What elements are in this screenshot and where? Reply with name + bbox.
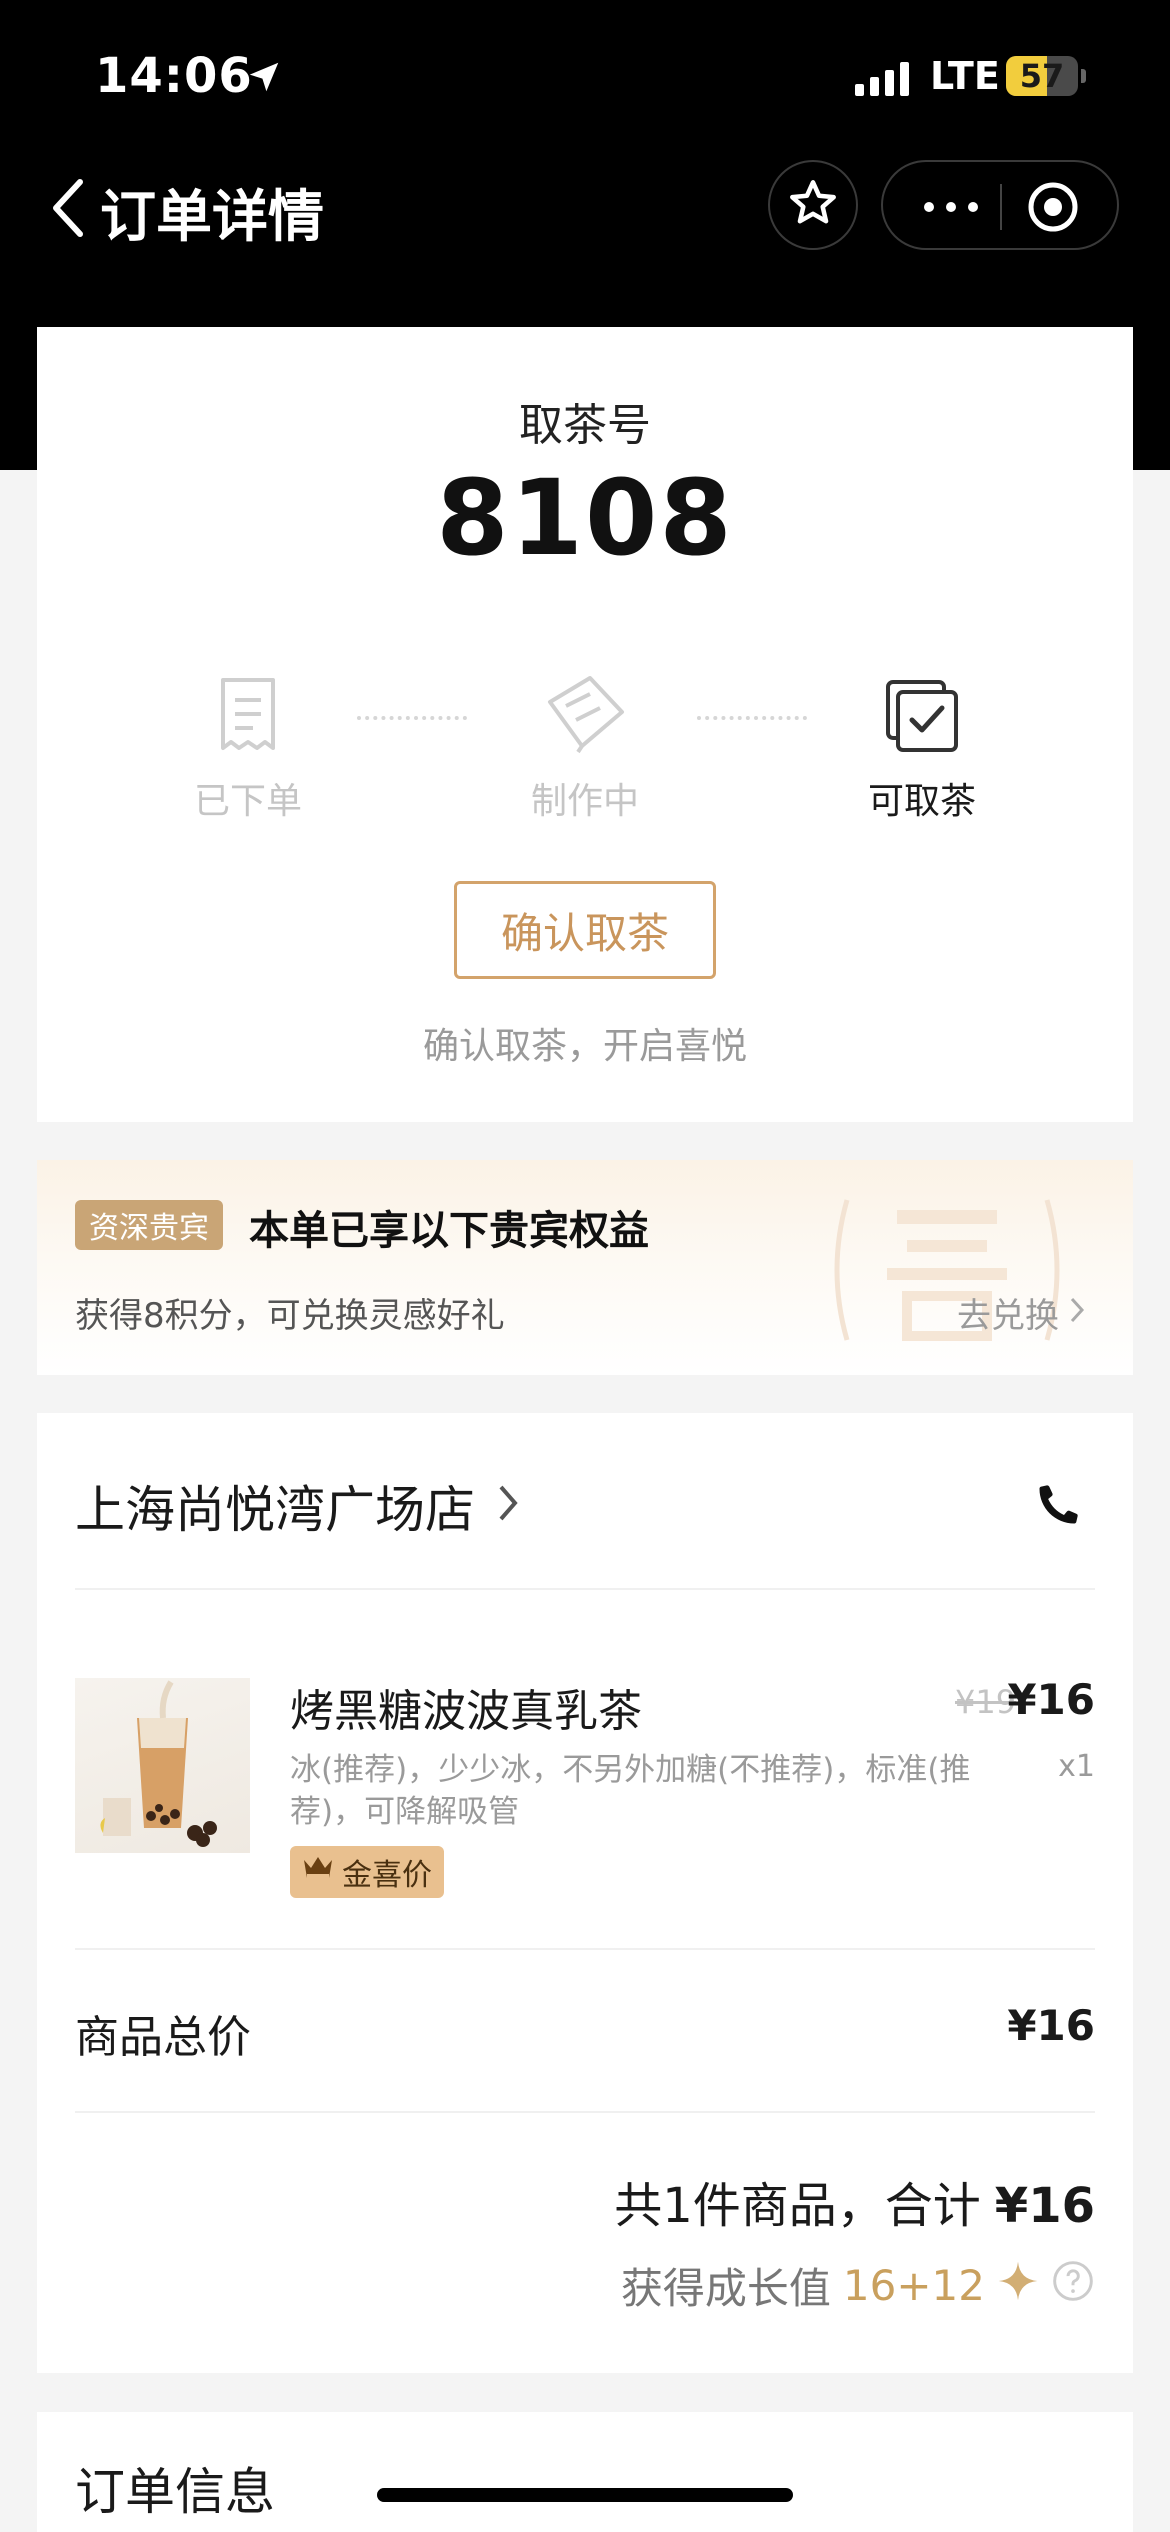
miniprogram-capsule [881, 160, 1119, 250]
vip-benefits-card: 资深贵宾 本单已享以下贵宾权益 获得8积分，可兑换灵感好礼 去兑换 [37, 1160, 1133, 1375]
progress-dots [357, 716, 467, 720]
capsule-divider [1000, 184, 1002, 230]
confirm-pickup-button[interactable]: 确认取茶 [454, 881, 716, 979]
goods-total-value: ¥16 [1007, 2001, 1095, 2050]
pickup-number: 8108 [436, 457, 734, 579]
redeem-link[interactable]: 去兑换 [957, 1288, 1085, 1337]
divider [75, 2111, 1095, 2113]
order-total: 共1件商品，合计 ¥16 [614, 2166, 1095, 2236]
check-box-icon [822, 664, 1022, 754]
more-options-icon[interactable] [921, 192, 981, 226]
drink-making-icon [485, 664, 685, 754]
product-options: 冰(推荐)，少少冰，不另外加糖(不推荐)，标准(推荐)，可降解吸管 [290, 1752, 971, 1830]
favorite-button[interactable] [768, 160, 858, 250]
vip-title: 本单已享以下贵宾权益 [249, 1208, 649, 1254]
back-arrow-icon[interactable] [48, 178, 88, 242]
order-info-card: 订单信息 [37, 2412, 1133, 2532]
home-indicator [377, 2488, 793, 2502]
divider [75, 1948, 1095, 1950]
sparkle-icon [997, 2260, 1039, 2312]
store-name: 上海尚悦湾广场店 [75, 1481, 475, 1539]
cellular-signal-icon [855, 62, 909, 96]
step-ready: 可取茶 [822, 664, 1022, 824]
close-miniprogram-icon[interactable] [1027, 181, 1079, 237]
product-price: ¥16 [1007, 1675, 1095, 1724]
vip-subtitle: 获得8积分，可兑换灵感好礼 [75, 1296, 505, 1336]
step-making: 制作中 [485, 664, 685, 824]
status-time: 14:06 [95, 48, 253, 104]
progress-dots [697, 716, 807, 720]
step-ordered: 已下单 [148, 664, 348, 824]
star-icon [786, 176, 840, 234]
divider [75, 1588, 1095, 1590]
redeem-link-label: 去兑换 [957, 1296, 1059, 1336]
battery-percent: 57 [1019, 57, 1065, 95]
growth-value-row: 获得成长值 16+12 [621, 2255, 1095, 2316]
goods-total-label: 商品总价 [75, 2012, 251, 2063]
product-quantity: x1 [1058, 1749, 1095, 1784]
pickup-label: 取茶号 [519, 400, 651, 451]
pickup-card: 取茶号 8108 已下单 制作中 可取茶 确认取茶 确认取茶，开启喜悦 [37, 327, 1133, 1122]
battery-icon: 57 [1006, 56, 1086, 96]
step-label: 制作中 [530, 781, 639, 822]
crown-icon [302, 1854, 334, 1890]
order-total-label: 共1件商品，合计 [614, 2178, 981, 2234]
order-items-card: 上海尚悦湾广场店 烤黑糖波波真乳茶 ¥19 ¥16 冰(推荐)，少少冰，不另外加… [37, 1413, 1133, 2373]
step-label: 已下单 [193, 781, 302, 822]
order-total-amount: ¥16 [994, 2178, 1095, 2234]
product-name: 烤黑糖波波真乳茶 [290, 1686, 642, 1737]
step-label: 可取茶 [867, 781, 976, 822]
phone-icon[interactable] [1033, 1478, 1085, 1534]
store-link[interactable]: 上海尚悦湾广场店 [75, 1470, 519, 1542]
location-arrow-icon [245, 58, 283, 100]
help-icon[interactable] [1051, 2259, 1095, 2313]
navigation-bar: 订单详情 [0, 160, 1170, 250]
page-title: 订单详情 [100, 185, 324, 250]
order-info-title: 订单信息 [75, 2463, 275, 2521]
product-image [75, 1678, 250, 1853]
price-tag: 金喜价 [290, 1846, 444, 1898]
network-type: LTE [930, 54, 1000, 98]
chevron-right-icon [497, 1477, 519, 1535]
growth-value: 16+12 [842, 2261, 985, 2310]
status-bar: 14:06 LTE 57 [0, 48, 1170, 108]
growth-label: 获得成长值 [620, 2264, 831, 2313]
order-progress: 已下单 制作中 可取茶 [37, 664, 1133, 824]
price-tag-label: 金喜价 [342, 1858, 432, 1893]
vip-level-badge: 资深贵宾 [75, 1200, 223, 1250]
receipt-icon [148, 664, 348, 754]
confirm-hint: 确认取茶，开启喜悦 [422, 1026, 747, 1067]
chevron-right-icon [1069, 1293, 1085, 1333]
